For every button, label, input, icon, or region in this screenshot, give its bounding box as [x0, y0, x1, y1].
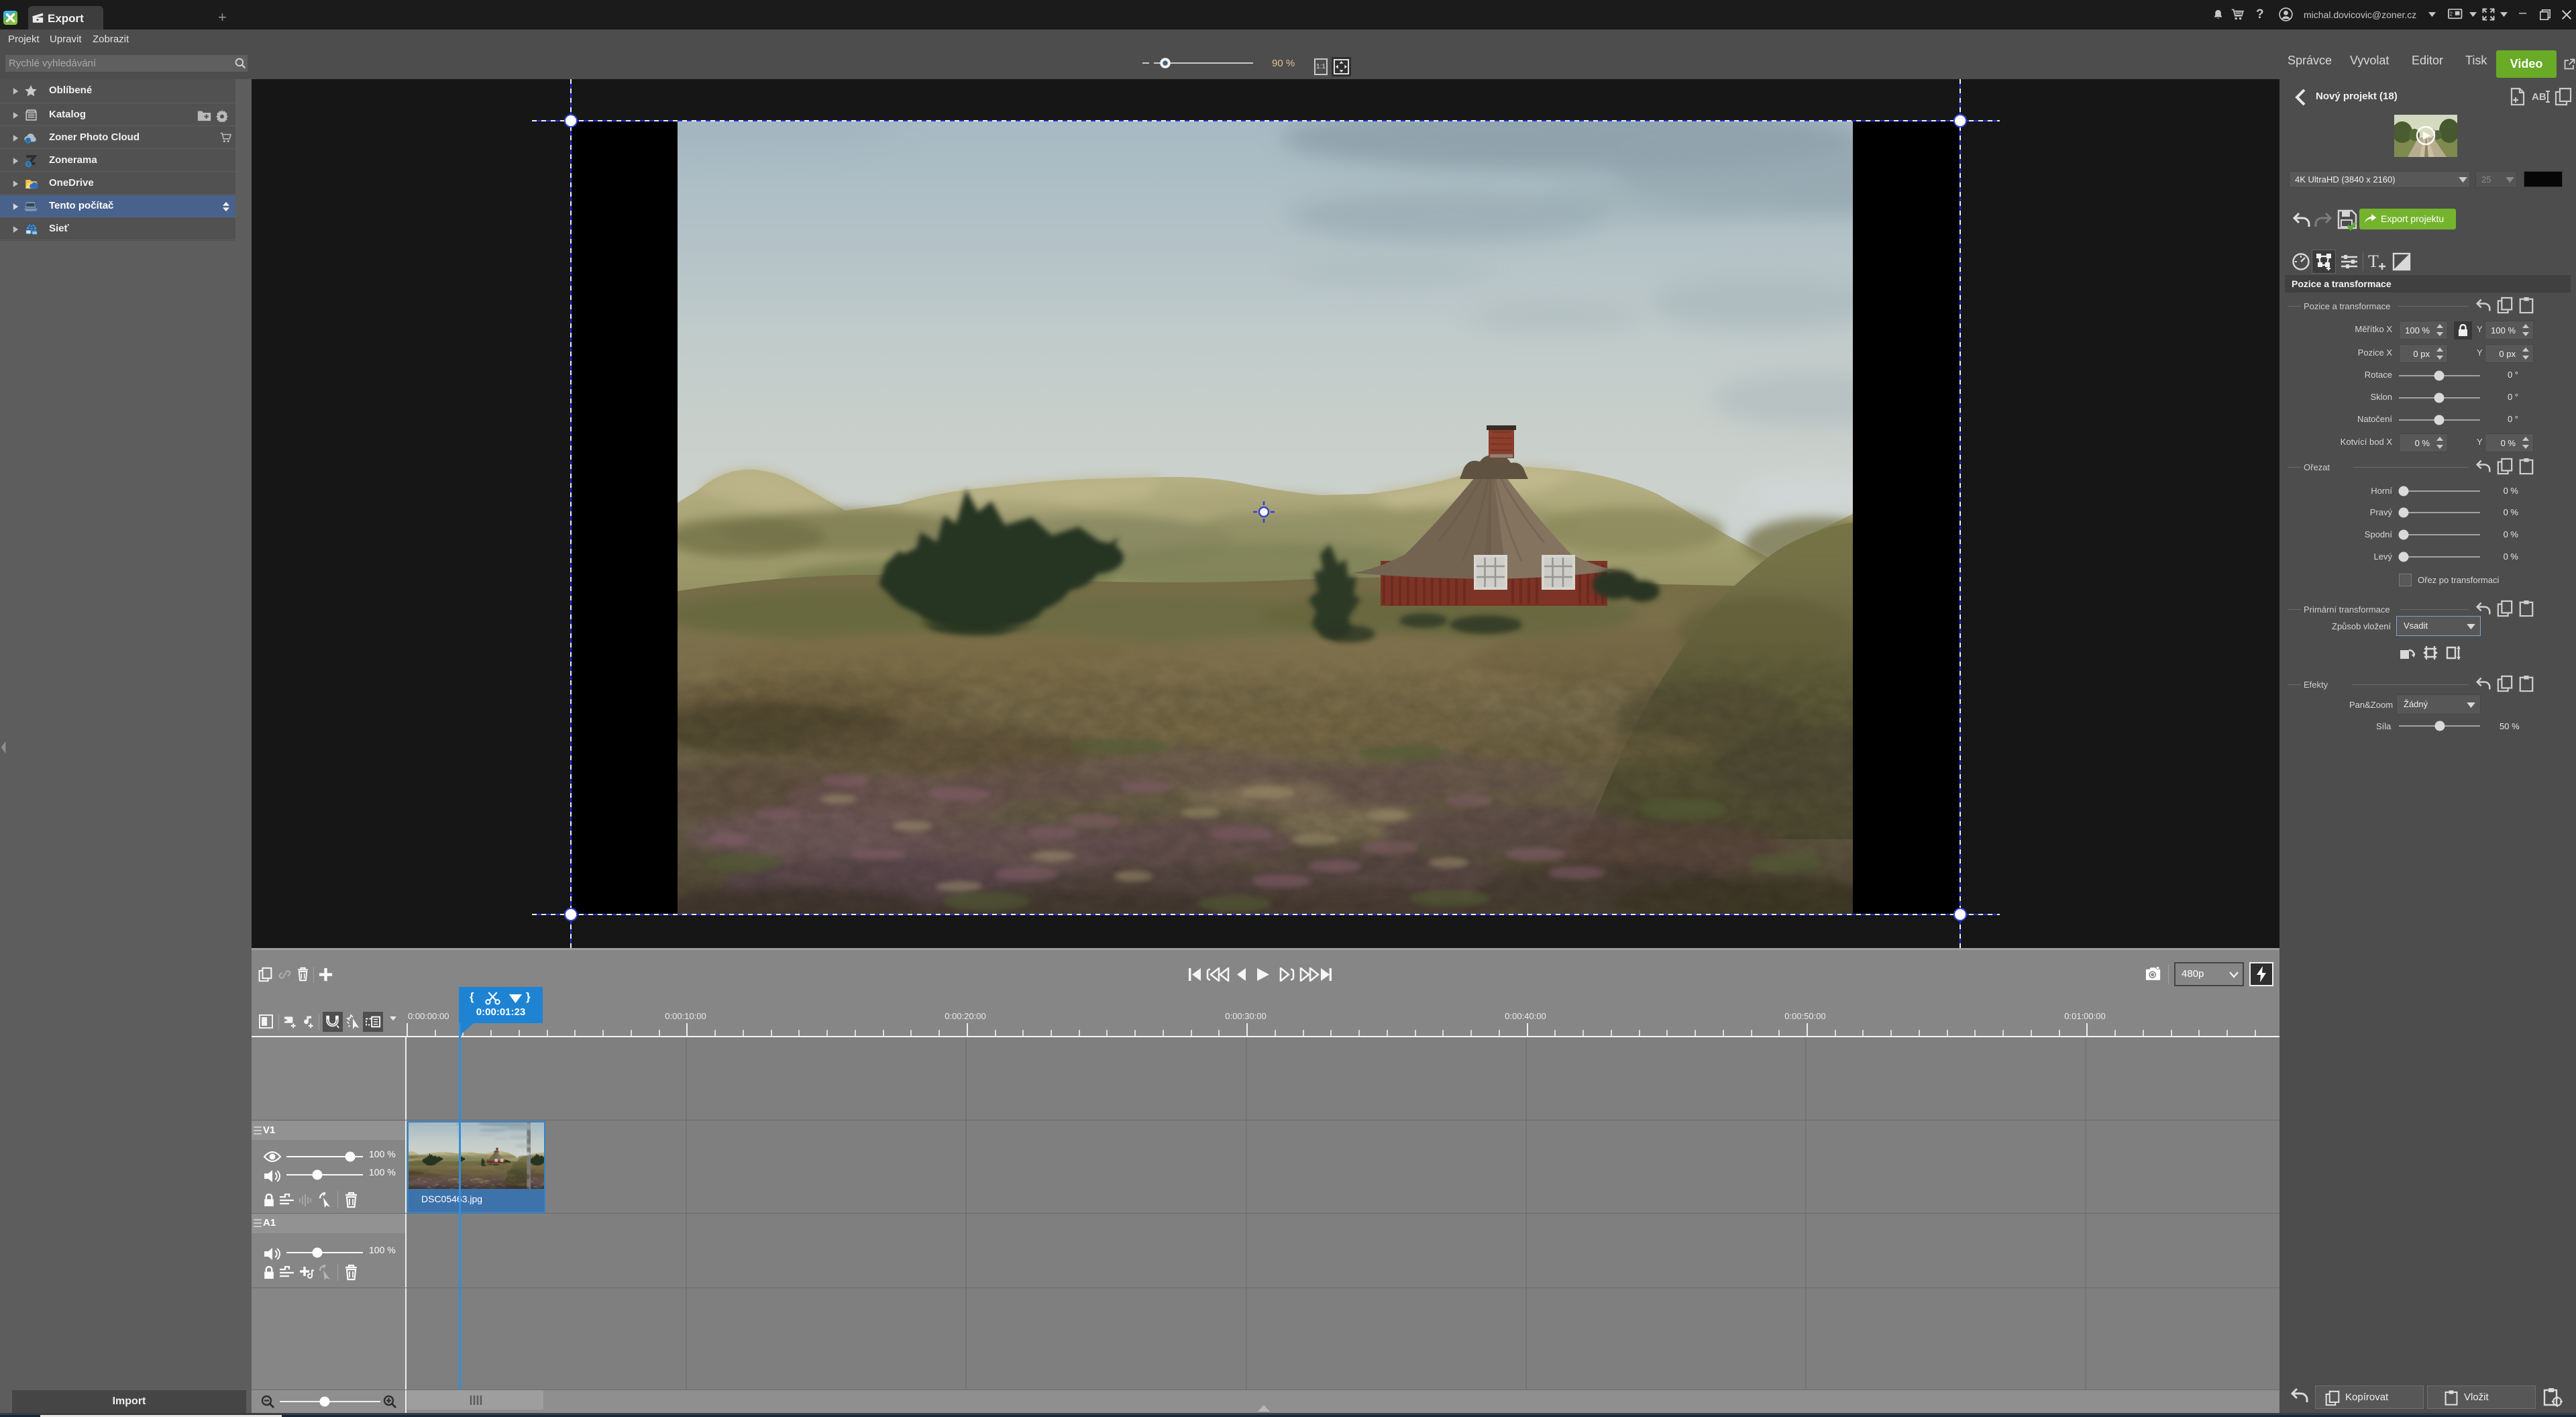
- svg-text:AB: AB: [2532, 91, 2546, 103]
- svg-text:T: T: [2368, 252, 2379, 271]
- svg-text:2: 2: [2450, 11, 2453, 17]
